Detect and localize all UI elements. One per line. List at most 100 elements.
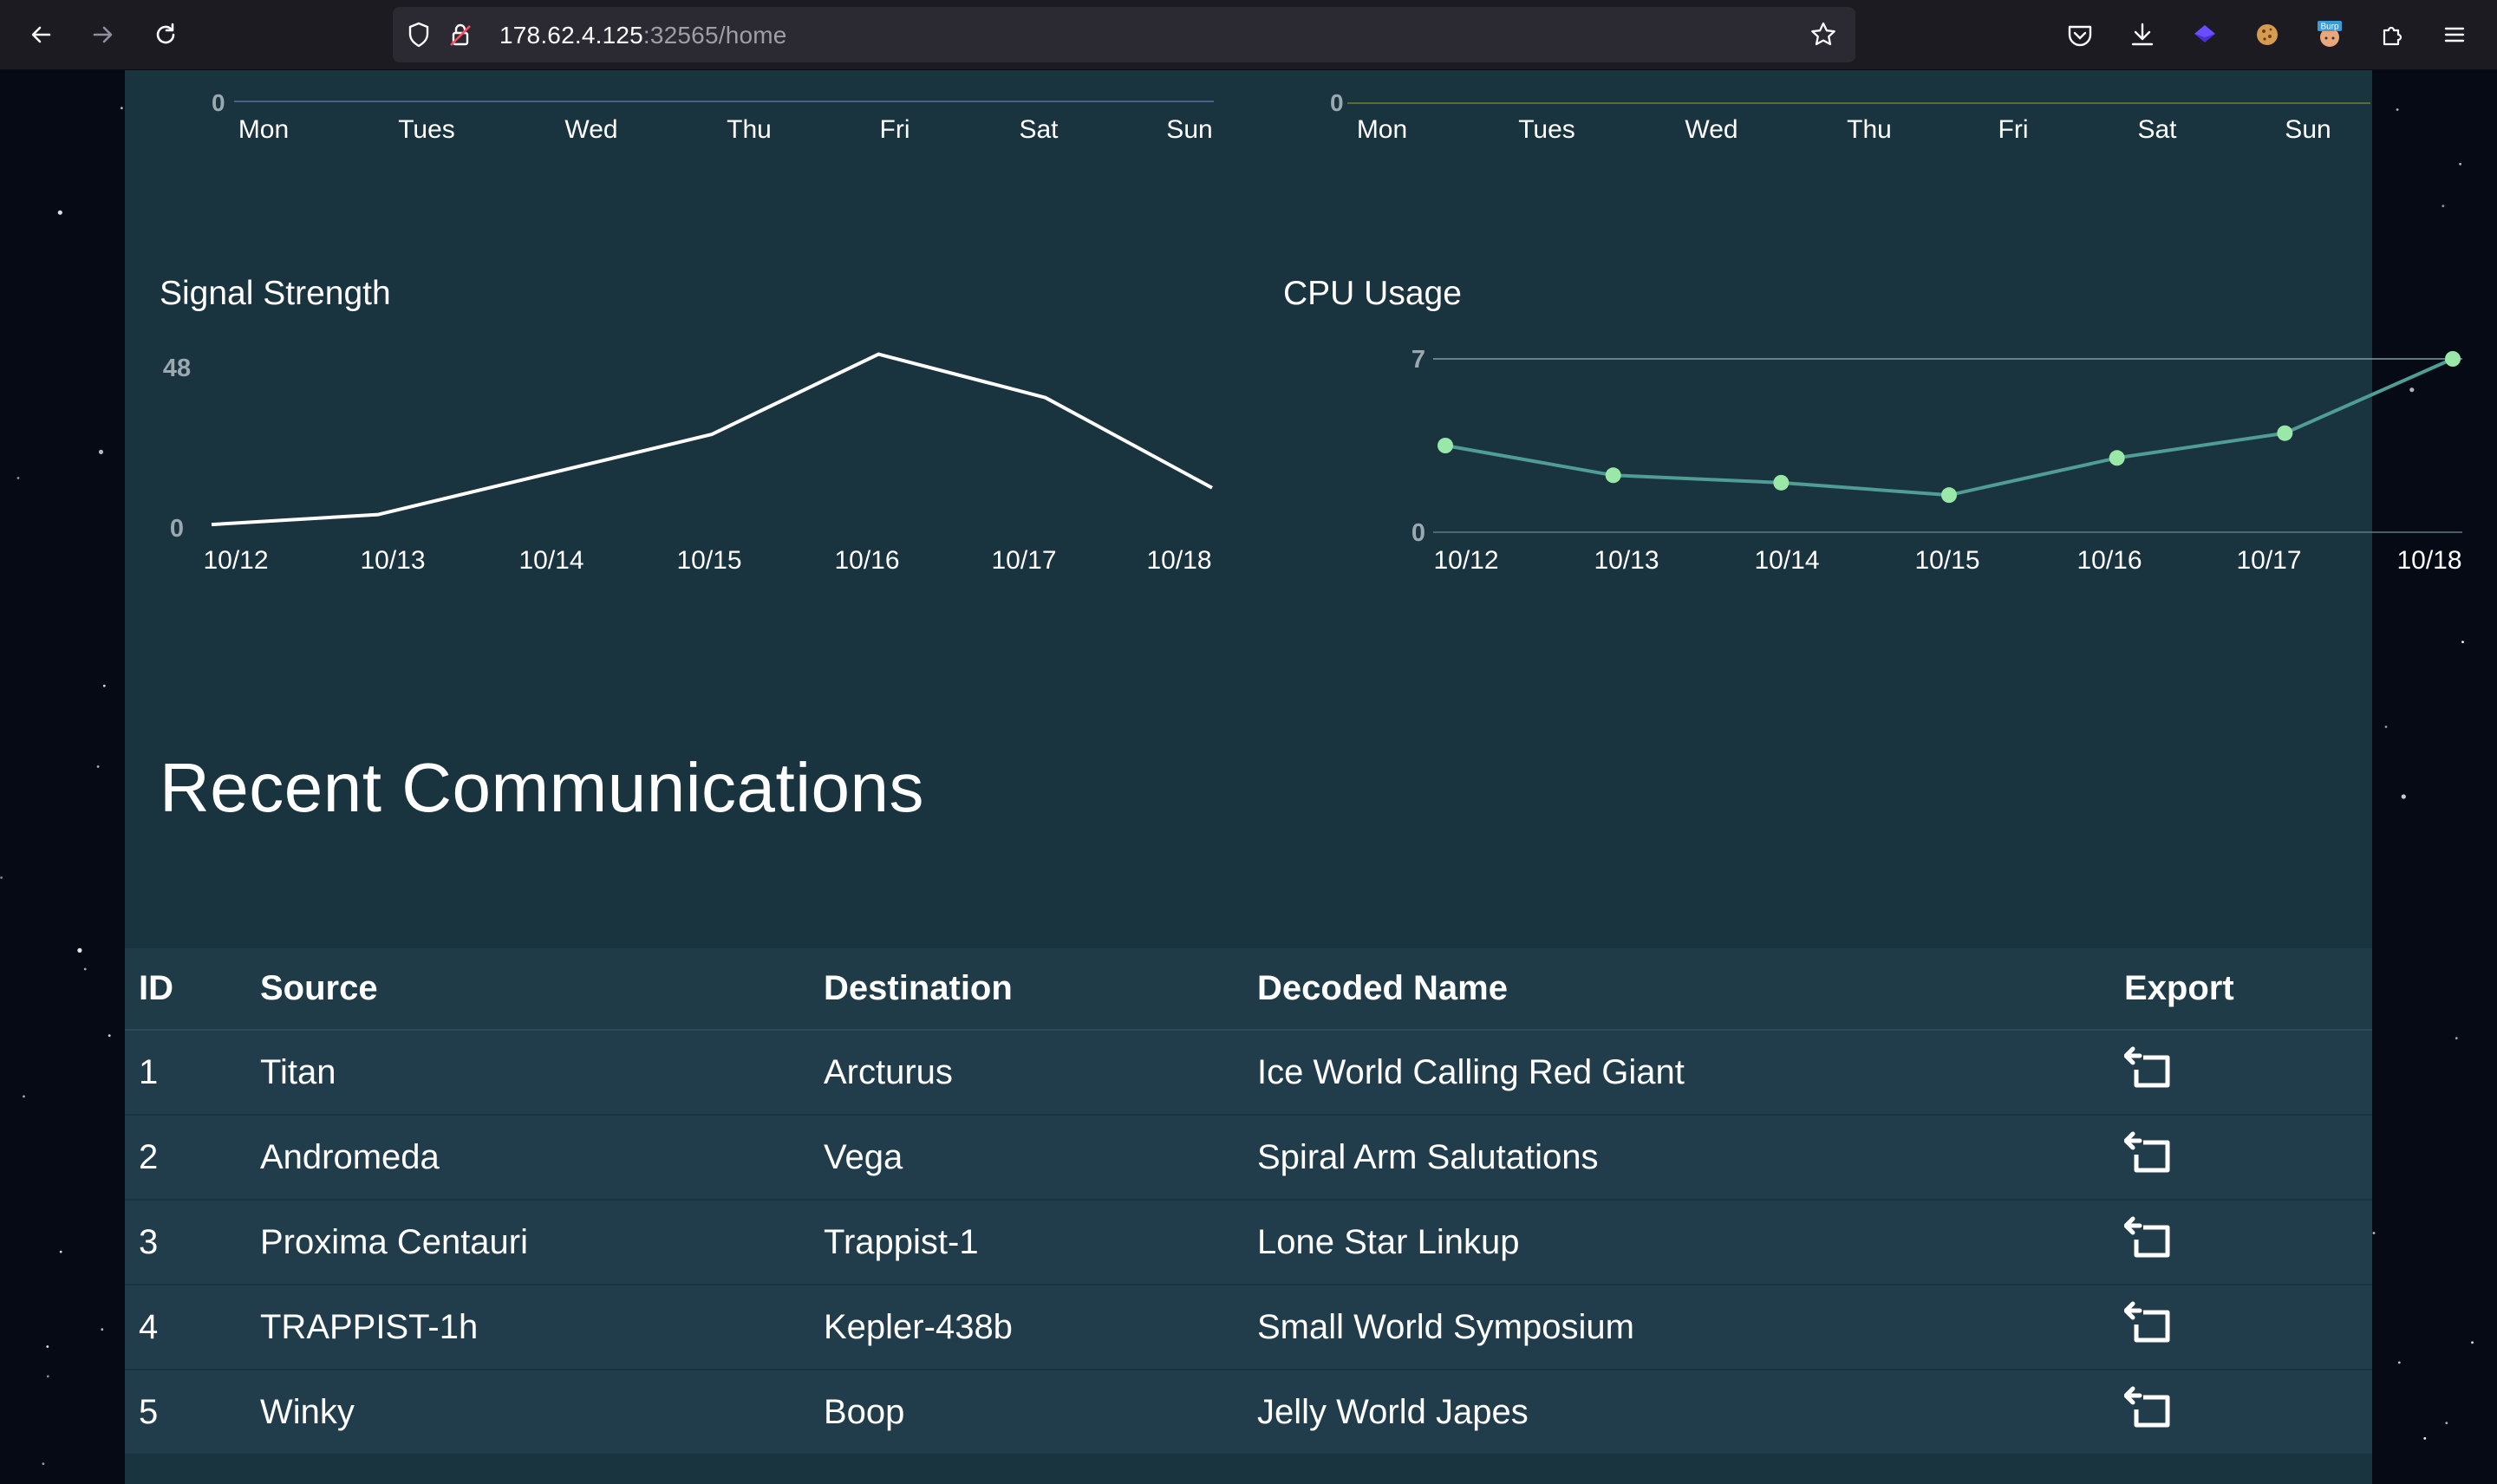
star <box>2442 205 2445 208</box>
cell-destination: Trappist-1 <box>824 1200 1257 1285</box>
export-button[interactable] <box>2123 1214 2180 1262</box>
table-row: 5 Winky Boop Jelly World Japes <box>125 1370 2372 1455</box>
reload-icon <box>156 23 175 44</box>
star <box>42 1462 45 1465</box>
signal-x-tick-label: 10/17 <box>991 546 1056 575</box>
cpu-series-line <box>1444 357 2454 498</box>
star <box>16 477 20 479</box>
download-icon <box>2131 23 2154 46</box>
forward-button[interactable] <box>86 17 121 52</box>
star <box>121 107 123 110</box>
back-arrow-icon <box>31 26 51 43</box>
downloads-button[interactable] <box>2125 17 2160 52</box>
signal-x-tick-label: 10/14 <box>518 546 584 575</box>
export-button[interactable] <box>2123 1383 2180 1432</box>
star <box>96 765 100 768</box>
star <box>2461 641 2464 643</box>
communications-table: ID Source Destination Decoded Name Expor… <box>125 948 2372 1455</box>
star <box>2372 1232 2376 1234</box>
column-header-destination: Destination <box>824 948 1257 1031</box>
forward-arrow-icon <box>93 26 113 43</box>
cell-id: 3 <box>125 1200 260 1285</box>
cpu-data-point <box>1773 474 1790 491</box>
cell-id: 4 <box>125 1285 260 1370</box>
signal-x-tick-label: 10/12 <box>203 546 268 575</box>
cpu-data-point <box>2277 425 2293 441</box>
browser-toolbar: 178.62.4.125:32565/home Burp <box>0 0 2497 70</box>
star <box>2423 1437 2427 1440</box>
cpu-x-tick-label: 10/16 <box>2076 546 2142 575</box>
export-icon <box>2123 1131 2170 1173</box>
cell-id: 5 <box>125 1370 260 1455</box>
cpu-x-tick-label: 10/18 <box>2396 546 2461 575</box>
cookie-extension-button[interactable] <box>2250 17 2285 52</box>
signal-x-tick-label: 10/13 <box>360 546 425 575</box>
pocket-button[interactable] <box>2063 17 2097 52</box>
cpu-x-tick-label: 10/17 <box>2236 546 2301 575</box>
star <box>23 1095 25 1098</box>
burp-extension-button[interactable]: Burp <box>2312 17 2347 52</box>
cell-decoded-name: Ice World Calling Red Giant <box>1257 1030 2124 1116</box>
url-bar[interactable]: 178.62.4.125:32565/home <box>393 7 1855 62</box>
cell-source: Winky <box>260 1370 824 1455</box>
menu-button[interactable] <box>2437 17 2472 52</box>
table-header-row: ID Source Destination Decoded Name Expor… <box>125 948 2372 1031</box>
cell-destination: Arcturus <box>824 1030 1257 1116</box>
export-button[interactable] <box>2123 1044 2180 1092</box>
export-icon <box>2123 1386 2170 1428</box>
export-icon <box>2123 1216 2170 1258</box>
puzzle-icon <box>2383 26 2402 46</box>
cell-id: 2 <box>125 1115 260 1201</box>
star <box>77 947 82 953</box>
star <box>2401 794 2406 799</box>
signal-y-tick-max: 48 <box>163 355 191 382</box>
signal-x-tick-label: 10/16 <box>834 546 899 575</box>
star <box>57 210 62 215</box>
star <box>102 684 106 687</box>
signal-series-line <box>211 352 1213 527</box>
cell-id: 1 <box>125 1030 260 1116</box>
cpu-data-point <box>1438 438 1453 453</box>
cell-export <box>2123 1115 2372 1201</box>
back-button[interactable] <box>23 17 58 52</box>
cell-source: Titan <box>260 1030 824 1116</box>
reload-button[interactable] <box>148 17 183 52</box>
cpu-y-tick-max: 7 <box>1411 346 1425 374</box>
cell-decoded-name: Spiral Arm Salutations <box>1257 1115 2124 1201</box>
url-text[interactable]: 178.62.4.125:32565/home <box>499 22 787 49</box>
column-header-source: Source <box>260 948 824 1031</box>
star <box>2396 108 2399 111</box>
star <box>108 1034 111 1038</box>
cell-export <box>2123 1200 2372 1285</box>
shield-icon[interactable] <box>405 21 433 49</box>
burp-badge-label: Burp <box>2320 23 2339 32</box>
export-button[interactable] <box>2123 1129 2180 1177</box>
column-header-id: ID <box>125 948 260 1031</box>
cell-destination: Boop <box>824 1370 1257 1455</box>
cpu-x-tick-label: 10/12 <box>1433 546 1498 575</box>
column-header-decoded-name: Decoded Name <box>1257 948 2124 1031</box>
star <box>83 967 87 971</box>
extensions-button[interactable] <box>2375 17 2409 52</box>
url-path: :32565/home <box>642 22 787 49</box>
recent-communications-title: Recent Communications <box>160 749 924 826</box>
signal-x-tick-label: 10/15 <box>676 546 741 575</box>
star <box>59 1250 62 1253</box>
table-row: 4 TRAPPIST-1h Kepler-438b Small World Sy… <box>125 1285 2372 1370</box>
signal-y-tick-zero: 0 <box>170 515 184 543</box>
bookmark-star-icon[interactable] <box>1809 21 1837 49</box>
cpu-y-tick-zero: 0 <box>1411 519 1425 547</box>
insecure-lock-icon[interactable] <box>447 21 474 49</box>
signal-x-tick-label: 10/18 <box>1146 546 1211 575</box>
star <box>2445 1422 2448 1424</box>
star <box>2397 1361 2401 1364</box>
cell-destination: Kepler-438b <box>824 1285 1257 1370</box>
table-row: 1 Titan Arcturus Ice World Calling Red G… <box>125 1030 2372 1116</box>
star <box>2455 1037 2458 1040</box>
cpu-x-tick-label: 10/13 <box>1594 546 1659 575</box>
export-button[interactable] <box>2123 1298 2180 1347</box>
cpu-x-tick-label: 10/14 <box>1754 546 1819 575</box>
star <box>101 1328 104 1331</box>
burp-icon: Burp <box>2318 21 2342 47</box>
extension-purple-button[interactable] <box>2187 17 2222 52</box>
